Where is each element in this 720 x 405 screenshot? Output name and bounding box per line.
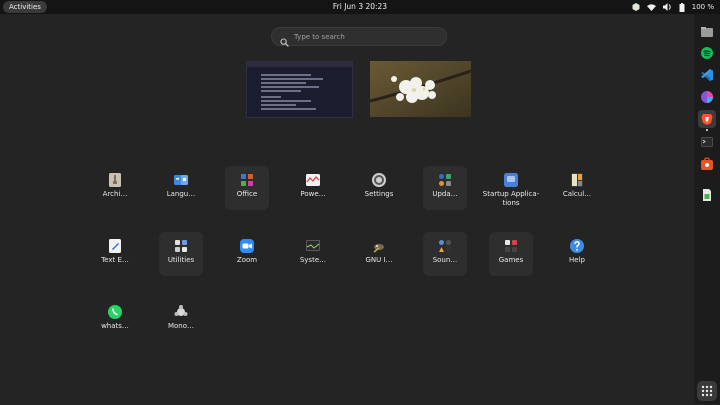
battery-percent: 100 %	[691, 3, 714, 11]
app-label: Help	[569, 256, 585, 264]
app-label: Zoom	[236, 256, 258, 264]
app-system-monitor[interactable]: Syste…	[291, 232, 335, 276]
text-editor-window[interactable]	[246, 61, 353, 118]
text-line	[261, 86, 319, 88]
files-icon	[701, 27, 713, 37]
app-label: Archi…	[102, 190, 128, 198]
app-label: Calcul…	[562, 190, 592, 198]
office-folder-icon	[241, 174, 253, 186]
calculator-icon	[571, 173, 583, 187]
sound-folder-icon	[439, 240, 451, 252]
dock-libreoffice[interactable]	[698, 186, 716, 204]
mono-icon	[174, 305, 188, 316]
app-label: Mono…	[167, 322, 195, 330]
help-icon	[570, 239, 584, 253]
app-settings[interactable]: Settings	[357, 166, 401, 210]
color-picker-icon	[701, 91, 713, 103]
dock-vscode[interactable]	[698, 66, 716, 84]
app-label: Office	[236, 190, 258, 198]
app-label: Langu…	[166, 190, 196, 198]
app-label: whats…	[101, 322, 129, 330]
app-language[interactable]: Langu…	[159, 166, 203, 210]
updates-folder-icon	[439, 174, 451, 186]
language-icon	[174, 175, 188, 185]
archive-icon	[109, 173, 121, 187]
search-icon	[280, 32, 289, 51]
show-apps-button[interactable]	[697, 381, 717, 401]
app-folder-office[interactable]: Office	[225, 166, 269, 210]
clock[interactable]: Fri Jun 3 20:23	[0, 0, 720, 14]
cherry-blossom-image-window[interactable]	[370, 61, 471, 117]
terminal-icon	[701, 137, 713, 147]
startup-apps-icon	[504, 173, 518, 187]
app-label: Powe…	[300, 190, 326, 198]
text-line	[261, 104, 296, 106]
text-line	[261, 108, 316, 110]
dock-software-store[interactable]	[698, 155, 716, 173]
power-statistics-icon	[306, 174, 320, 186]
app-calculator[interactable]: Calcul…	[555, 166, 599, 210]
settings-icon	[372, 173, 386, 187]
app-text-editor[interactable]: Text E…	[93, 232, 137, 276]
app-startup-applications[interactable]: Startup Applica­tions	[483, 166, 539, 210]
search-placeholder: Type to search	[294, 33, 345, 41]
dock-files[interactable]	[698, 23, 716, 41]
text-line	[261, 82, 306, 84]
games-folder-icon	[505, 240, 517, 252]
app-label: Games	[498, 256, 524, 264]
app-gimp[interactable]: GNU I…	[357, 232, 401, 276]
tray-extension-icon[interactable]	[632, 3, 640, 11]
app-folder-updates[interactable]: Upda…	[423, 166, 467, 210]
utilities-folder-icon	[175, 240, 187, 252]
app-power-statistics[interactable]: Powe…	[291, 166, 335, 210]
app-help[interactable]: Help	[555, 232, 599, 276]
spotify-icon	[701, 47, 713, 59]
text-line	[261, 74, 311, 76]
libreoffice-icon	[703, 189, 711, 201]
app-whatsapp[interactable]: whats…	[93, 298, 137, 342]
app-mono[interactable]: Mono…	[159, 298, 203, 342]
gimp-icon	[373, 244, 384, 253]
whatsapp-icon	[108, 305, 122, 319]
app-label: Settings	[364, 190, 394, 198]
app-folder-sound[interactable]: Soun…	[423, 232, 467, 276]
app-label: Utilities	[167, 256, 195, 264]
window-titlebar	[247, 62, 352, 67]
wifi-icon[interactable]	[646, 3, 656, 11]
app-label: Text E…	[101, 256, 129, 264]
software-store-icon	[701, 157, 713, 170]
system-tray[interactable]: 100 %	[632, 0, 714, 14]
app-folder-utilities[interactable]: Utilities	[159, 232, 203, 276]
show-apps-icon	[701, 385, 713, 397]
dock	[694, 14, 720, 404]
brave-icon	[701, 114, 713, 125]
system-monitor-icon	[306, 240, 320, 251]
app-label: Syste…	[299, 256, 327, 264]
text-line	[261, 100, 311, 102]
volume-icon[interactable]	[662, 3, 672, 11]
app-archive[interactable]: Archi…	[93, 166, 137, 210]
text-line	[261, 78, 323, 80]
app-folder-games[interactable]: Games	[489, 232, 533, 276]
dock-brave[interactable]	[698, 110, 716, 128]
app-label: Upda…	[432, 190, 458, 198]
search-input[interactable]: Type to search	[271, 27, 447, 47]
text-line	[261, 96, 281, 98]
dock-spotify[interactable]	[698, 44, 716, 62]
app-zoom[interactable]: Zoom	[225, 232, 269, 276]
app-label: GNU I…	[365, 256, 393, 264]
text-line	[261, 90, 301, 92]
text-editor-icon	[109, 239, 121, 253]
dock-color-picker[interactable]	[698, 88, 716, 106]
dock-terminal[interactable]	[698, 133, 716, 151]
vscode-icon	[701, 69, 713, 81]
top-bar: Activities Fri Jun 3 20:23 100 %	[0, 0, 720, 14]
running-indicator	[706, 129, 708, 131]
battery-icon[interactable]	[679, 2, 685, 12]
app-label: Soun…	[432, 256, 458, 264]
app-label: Startup Applica­tions	[482, 190, 540, 207]
zoom-icon	[240, 239, 254, 253]
